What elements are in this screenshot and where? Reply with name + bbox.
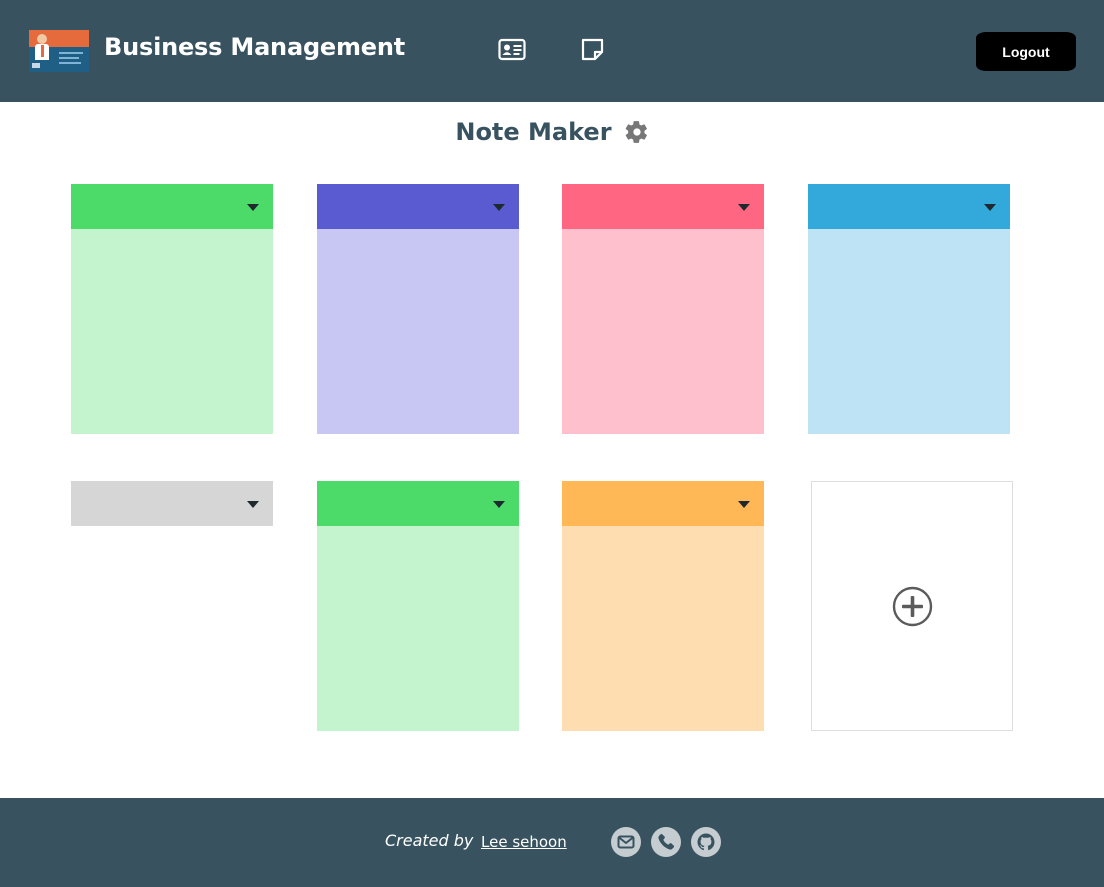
app-footer: Created by Lee sehoon [0,798,1104,887]
created-by-label: Created by [385,831,474,850]
note-body[interactable] [317,229,519,434]
note-header [71,184,273,229]
note-body[interactable] [71,229,273,434]
note-body[interactable] [562,229,764,434]
note-card[interactable] [71,481,273,526]
mail-icon[interactable] [611,827,641,857]
note-body[interactable] [562,526,764,731]
app-logo [29,30,89,72]
page-title: Note Maker [455,118,612,146]
caret-down-icon[interactable] [247,501,259,508]
note-card[interactable] [808,184,1010,434]
caret-down-icon[interactable] [247,204,259,211]
note-card[interactable] [562,481,764,731]
note-header [808,184,1010,229]
caret-down-icon[interactable] [984,204,996,211]
note-card[interactable] [562,184,764,434]
caret-down-icon[interactable] [493,204,505,211]
logout-button[interactable]: Logout [976,32,1076,71]
app-title: Business Management [104,33,406,61]
page-title-bar: Note Maker [0,118,1104,154]
note-card[interactable] [317,481,519,731]
note-header [71,481,273,526]
note-body[interactable] [317,526,519,731]
note-header [317,481,519,526]
plus-circle-icon [892,586,933,627]
id-card-icon[interactable] [498,37,526,63]
author-link[interactable]: Lee sehoon [481,833,567,851]
note-header [562,481,764,526]
caret-down-icon[interactable] [493,501,505,508]
gear-icon[interactable] [625,120,649,144]
note-header [317,184,519,229]
caret-down-icon[interactable] [738,204,750,211]
note-card[interactable] [71,184,273,434]
phone-icon[interactable] [651,827,681,857]
add-note-button[interactable] [811,481,1013,731]
note-card[interactable] [317,184,519,434]
caret-down-icon[interactable] [738,501,750,508]
note-body[interactable] [808,229,1010,434]
note-header [562,184,764,229]
github-icon[interactable] [691,827,721,857]
app-header: Business Management Logout [0,0,1104,102]
